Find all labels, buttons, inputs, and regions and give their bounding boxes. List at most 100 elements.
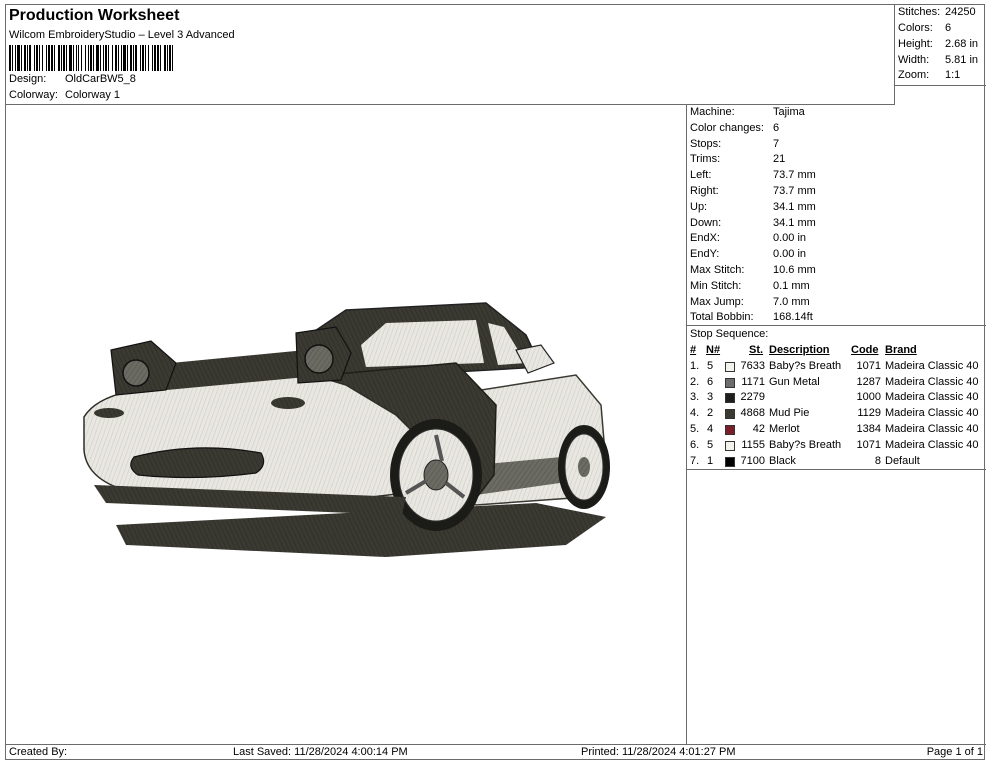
color-swatch bbox=[725, 393, 735, 404]
machine-info-row: Trims: 21 bbox=[687, 152, 986, 168]
thread-code: 1000 bbox=[856, 391, 881, 404]
thread-code: 1287 bbox=[856, 375, 881, 388]
table-row: 2. 6 1171 Gun Metal 1287 Madeira Classic 40 bbox=[687, 375, 986, 391]
stat-value: 6 bbox=[945, 22, 952, 34]
info-value: 73.7 mm bbox=[773, 169, 816, 182]
thread-description: Mud Pie bbox=[769, 407, 810, 420]
stitch-count: 2279 bbox=[740, 391, 765, 404]
machine-info-row: Stops: 7 bbox=[687, 137, 986, 153]
info-label: Right: bbox=[690, 184, 719, 197]
thread-brand: Madeira Classic 40 bbox=[885, 391, 979, 404]
needle-number: 4 bbox=[707, 422, 714, 435]
info-label: Color changes: bbox=[690, 121, 764, 134]
design-stats: Stitches: 24250 Colors: 6 Height: 2.68 in W… bbox=[895, 5, 986, 86]
info-label: Stops: bbox=[690, 137, 722, 150]
table-row: 5. 4 42 Merlot 1384 Madeira Classic 40 bbox=[687, 422, 986, 438]
stop-number: 5. bbox=[690, 422, 700, 435]
col-stop: # bbox=[690, 344, 697, 356]
machine-info-row: Right: 73.7 mm bbox=[687, 184, 986, 200]
page-title: Production Worksheet bbox=[9, 7, 180, 24]
info-value: 7.0 mm bbox=[773, 295, 810, 308]
design-label: Design: bbox=[9, 73, 47, 85]
stop-number: 3. bbox=[690, 391, 700, 404]
needle-number: 6 bbox=[707, 375, 714, 388]
table-row: 4. 2 4868 Mud Pie 1129 Madeira Classic 40 bbox=[687, 406, 986, 422]
stop-sequence-title: Stop Sequence: bbox=[687, 325, 986, 342]
stitch-count: 1155 bbox=[741, 438, 765, 451]
machine-info-row: Max Jump: 7.0 mm bbox=[687, 295, 986, 311]
stat-value: 2.68 in bbox=[945, 38, 979, 50]
thread-description: Black bbox=[769, 454, 796, 467]
stat-label: Zoom: bbox=[898, 69, 930, 81]
needle-number: 1 bbox=[707, 454, 714, 467]
thread-code: 1071 bbox=[856, 359, 881, 372]
info-label: Min Stitch: bbox=[690, 279, 742, 292]
design-preview bbox=[6, 105, 687, 744]
col-needle: N# bbox=[706, 344, 721, 356]
info-value: 0.00 in bbox=[773, 232, 807, 245]
stop-number: 4. bbox=[690, 407, 700, 420]
color-swatch bbox=[725, 361, 735, 372]
created-by: Created By: bbox=[9, 746, 68, 758]
thread-description: Baby?s Breath bbox=[769, 359, 842, 372]
info-label: EndY: bbox=[690, 248, 720, 261]
info-label: Total Bobbin: bbox=[690, 311, 754, 324]
stat-zoom: Zoom: 1:1 bbox=[898, 69, 986, 81]
thread-description: Gun Metal bbox=[769, 375, 820, 388]
printed-date: Printed: 11/28/2024 4:01:27 PM bbox=[581, 746, 736, 758]
machine-info-row: Min Stitch: 0.1 mm bbox=[687, 279, 986, 295]
machine-info-row: Down: 34.1 mm bbox=[687, 216, 986, 232]
machine-info-row: Total Bobbin: 168.14ft bbox=[687, 310, 986, 326]
info-label: Max Stitch: bbox=[690, 263, 745, 276]
stitch-count: 7633 bbox=[740, 359, 765, 372]
table-row: 7. 1 7100 Black 8 Default bbox=[687, 454, 986, 470]
machine-info: Machine: Tajima Color changes: 6 Stops: 7 Trim… bbox=[687, 105, 986, 326]
color-swatch bbox=[725, 409, 735, 420]
info-label: Machine: bbox=[690, 106, 735, 118]
info-value: Tajima bbox=[773, 106, 805, 118]
worksheet-header: Production Worksheet Wilcom EmbroiderySt… bbox=[6, 5, 895, 105]
stat-label: Height: bbox=[898, 38, 933, 50]
needle-number: 5 bbox=[707, 359, 714, 372]
stat-value: 24250 bbox=[945, 6, 976, 18]
last-saved: Last Saved: 11/28/2024 4:00:14 PM bbox=[233, 746, 408, 758]
stat-label: Colors: bbox=[898, 22, 933, 34]
stitch-count: 42 bbox=[752, 422, 765, 435]
thread-code: 8 bbox=[874, 454, 881, 467]
table-row: 6. 5 1155 Baby?s Breath 1071 Madeira Classic … bbox=[687, 438, 986, 454]
barcode bbox=[9, 45, 173, 71]
info-value: 10.6 mm bbox=[773, 263, 816, 276]
stat-value: 5.81 in bbox=[945, 54, 979, 66]
table-row: 1. 5 7633 Baby?s Breath 1071 Madeira Classic … bbox=[687, 359, 986, 375]
info-value: 0.00 in bbox=[773, 248, 807, 261]
stat-colors: Colors: 6 bbox=[898, 22, 986, 34]
info-value: 0.1 mm bbox=[773, 279, 810, 292]
stop-sequence-table: # N# St. Description Code Brand 1. 5 7633 B… bbox=[687, 343, 986, 470]
info-value: 21 bbox=[773, 153, 786, 166]
info-label: Max Jump: bbox=[690, 295, 744, 308]
thread-description: Baby?s Breath bbox=[769, 438, 842, 451]
stat-label: Stitches: bbox=[898, 6, 941, 18]
machine-info-row: Color changes: 6 bbox=[687, 121, 986, 137]
thread-code: 1129 bbox=[857, 407, 881, 420]
info-label: Trims: bbox=[690, 153, 721, 166]
machine-info-row: EndY: 0.00 in bbox=[687, 247, 986, 263]
stat-label: Width: bbox=[898, 54, 930, 66]
thread-code: 1384 bbox=[856, 422, 881, 435]
design-name: OldCarBW5_8 bbox=[65, 73, 136, 85]
table-row: 3. 3 2279 1000 Madeira Classic 40 bbox=[687, 390, 986, 406]
info-label: Up: bbox=[690, 200, 708, 213]
stitch-count: 1171 bbox=[741, 375, 765, 388]
page-number: Page 1 of 1 bbox=[926, 746, 983, 758]
info-label: Left: bbox=[690, 169, 712, 182]
worksheet: Production Worksheet Wilcom EmbroiderySt… bbox=[5, 4, 986, 760]
needle-number: 2 bbox=[707, 407, 714, 420]
needle-number: 5 bbox=[707, 438, 714, 451]
thread-brand: Madeira Classic 40 bbox=[885, 438, 979, 451]
software-name: Wilcom EmbroideryStudio – Level 3 Advanc… bbox=[9, 29, 235, 41]
thread-brand: Madeira Classic 40 bbox=[885, 407, 979, 420]
table-header: # N# St. Description Code Brand bbox=[687, 343, 986, 359]
info-label: Down: bbox=[690, 216, 722, 229]
color-swatch bbox=[725, 456, 735, 467]
machine-info-row: Up: 34.1 mm bbox=[687, 200, 986, 216]
